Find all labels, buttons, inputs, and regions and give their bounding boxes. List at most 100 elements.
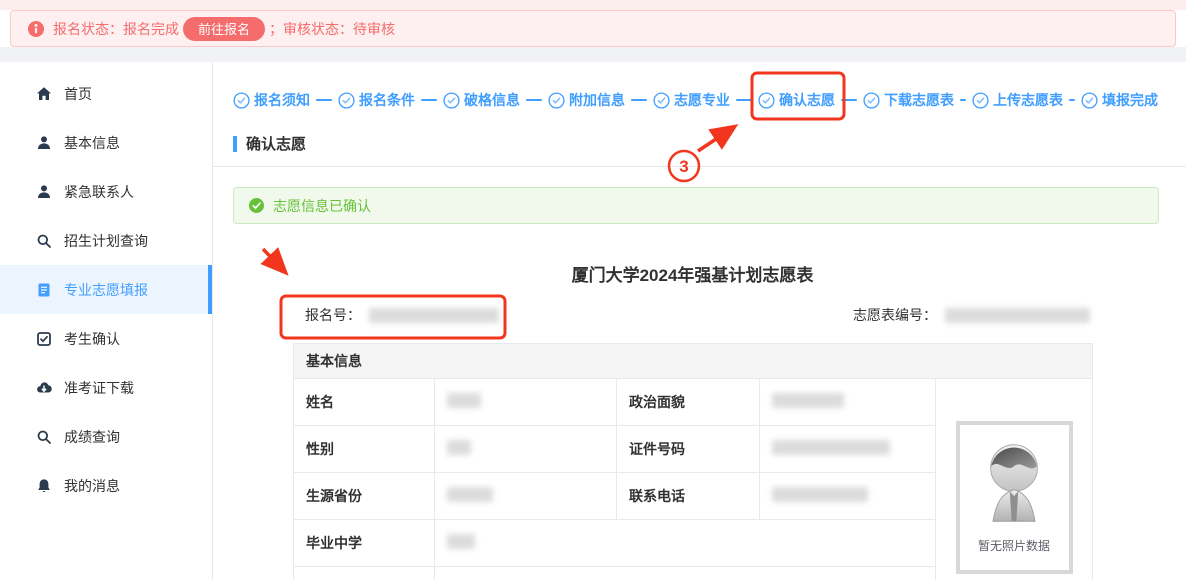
checkbox-icon — [36, 331, 52, 347]
sidebar: 首页 基本信息 紧急联系人 招生计划查询 专业志愿填报 考生确认 准考证下载 — [0, 62, 213, 580]
form-number: 志愿表编号： — [853, 305, 1090, 325]
user-icon — [36, 184, 52, 200]
step-separator — [960, 99, 966, 101]
page: 报名状态：报名完成 前往报名 ； 审核状态：待审核 首页 基本信息 紧急联系人 … — [0, 0, 1186, 580]
sidebar-item-emergency-contact[interactable]: 紧急联系人 — [0, 167, 212, 216]
redacted-form-number — [945, 308, 1090, 323]
step-preference-major[interactable]: 志愿专业 — [653, 90, 730, 110]
field-value — [435, 426, 617, 473]
redacted-value — [447, 393, 481, 408]
alert-message: 志愿信息已确认 — [273, 196, 371, 216]
redacted-value — [772, 440, 890, 455]
field-label-id-number: 证件号码 — [617, 426, 760, 473]
sidebar-item-home[interactable]: 首页 — [0, 69, 212, 118]
sidebar-item-score-query[interactable]: 成绩查询 — [0, 412, 212, 461]
sidebar-item-label: 成绩查询 — [64, 427, 120, 447]
sidebar-item-major-preference[interactable]: 专业志愿填报 — [0, 265, 212, 314]
sidebar-item-my-messages[interactable]: 我的消息 — [0, 461, 212, 510]
redacted-value — [772, 487, 868, 502]
registration-number: 报名号： — [305, 305, 499, 325]
check-circle-icon — [548, 92, 565, 109]
field-label-empty — [294, 567, 435, 580]
step-label: 确认志愿 — [779, 90, 835, 110]
field-value — [435, 567, 936, 580]
step-label: 附加信息 — [569, 90, 625, 110]
step-label: 报名须知 — [254, 90, 310, 110]
step-exception-info[interactable]: 破格信息 — [443, 90, 520, 110]
step-download-form[interactable]: 下载志愿表 — [863, 90, 954, 110]
step-label: 破格信息 — [464, 90, 520, 110]
photo-cell: 暂无照片数据 — [936, 379, 1093, 580]
separator: ； — [269, 19, 283, 39]
user-icon — [36, 135, 52, 151]
field-value — [435, 379, 617, 426]
check-circle-icon — [863, 92, 880, 109]
sidebar-item-admission-plan-query[interactable]: 招生计划查询 — [0, 216, 212, 265]
redacted-registration-number — [369, 308, 499, 323]
sidebar-item-candidate-confirm[interactable]: 考生确认 — [0, 314, 212, 363]
sidebar-item-basic-info[interactable]: 基本信息 — [0, 118, 212, 167]
registration-number-label: 报名号： — [305, 305, 361, 325]
sidebar-item-label: 招生计划查询 — [64, 231, 148, 251]
check-circle-icon — [972, 92, 989, 109]
background-gap — [0, 47, 1186, 62]
table-header-row: 基本信息 — [294, 344, 1093, 379]
status-banner: 报名状态：报名完成 前往报名 ； 审核状态：待审核 — [10, 10, 1176, 47]
field-label-political-status: 政治面貌 — [617, 379, 760, 426]
info-icon — [28, 21, 44, 37]
status-value: 报名完成 — [123, 19, 179, 39]
bell-icon — [36, 478, 52, 494]
step-label: 下载志愿表 — [884, 90, 954, 110]
sidebar-item-label: 基本信息 — [64, 133, 120, 153]
search-icon — [36, 233, 52, 249]
photo-placeholder-text: 暂无照片数据 — [978, 537, 1050, 554]
sidebar-item-label: 紧急联系人 — [64, 182, 134, 202]
field-label-phone: 联系电话 — [617, 473, 760, 520]
redacted-value — [772, 393, 844, 408]
step-complete[interactable]: 填报完成 — [1081, 90, 1158, 110]
basic-info-table: 基本信息 姓名 政治面貌 — [293, 343, 1093, 580]
sidebar-item-label: 我的消息 — [64, 476, 120, 496]
check-circle-icon — [653, 92, 670, 109]
review-label: 审核状态： — [283, 19, 353, 39]
check-circle-icon — [1081, 92, 1098, 109]
document-icon — [36, 282, 52, 298]
step-signup-condition[interactable]: 报名条件 — [338, 90, 415, 110]
redacted-value — [447, 534, 475, 549]
field-label-gender: 性别 — [294, 426, 435, 473]
top-strip — [0, 0, 1186, 10]
step-additional-info[interactable]: 附加信息 — [548, 90, 625, 110]
step-upload-form[interactable]: 上传志愿表 — [972, 90, 1063, 110]
field-value — [760, 473, 936, 520]
check-circle-icon — [338, 92, 355, 109]
form-title: 厦门大学2024年强基计划志愿表 — [293, 261, 1092, 286]
go-register-button[interactable]: 前往报名 — [183, 17, 265, 41]
check-circle-icon — [233, 92, 250, 109]
success-check-icon — [249, 198, 264, 213]
field-value — [435, 473, 617, 520]
sidebar-item-label: 首页 — [64, 84, 92, 104]
step-separator — [841, 99, 857, 101]
step-separator — [421, 99, 437, 101]
field-label-name: 姓名 — [294, 379, 435, 426]
step-label: 志愿专业 — [674, 90, 730, 110]
step-label: 报名条件 — [359, 90, 415, 110]
main-content: 报名须知 报名条件 破格信息 附加信息 志愿专业 — [213, 62, 1186, 580]
sidebar-item-admission-ticket-download[interactable]: 准考证下载 — [0, 363, 212, 412]
avatar-placeholder-icon — [976, 441, 1052, 525]
steps-bar: 报名须知 报名条件 破格信息 附加信息 志愿专业 — [233, 88, 1158, 112]
step-signup-notice[interactable]: 报名须知 — [233, 90, 310, 110]
step-confirm-preference[interactable]: 确认志愿 — [758, 90, 835, 110]
sidebar-item-label: 准考证下载 — [64, 378, 134, 398]
field-label-high-school: 毕业中学 — [294, 520, 435, 567]
step-separator — [1069, 99, 1075, 101]
step-separator — [736, 99, 752, 101]
step-label: 填报完成 — [1102, 90, 1158, 110]
section-accent-bar — [233, 136, 237, 152]
photo-placeholder-box: 暂无照片数据 — [956, 421, 1073, 574]
review-value: 待审核 — [353, 19, 395, 39]
redacted-value — [447, 440, 471, 455]
sidebar-item-label: 考生确认 — [64, 329, 120, 349]
field-value — [435, 520, 936, 567]
step-label: 上传志愿表 — [993, 90, 1063, 110]
